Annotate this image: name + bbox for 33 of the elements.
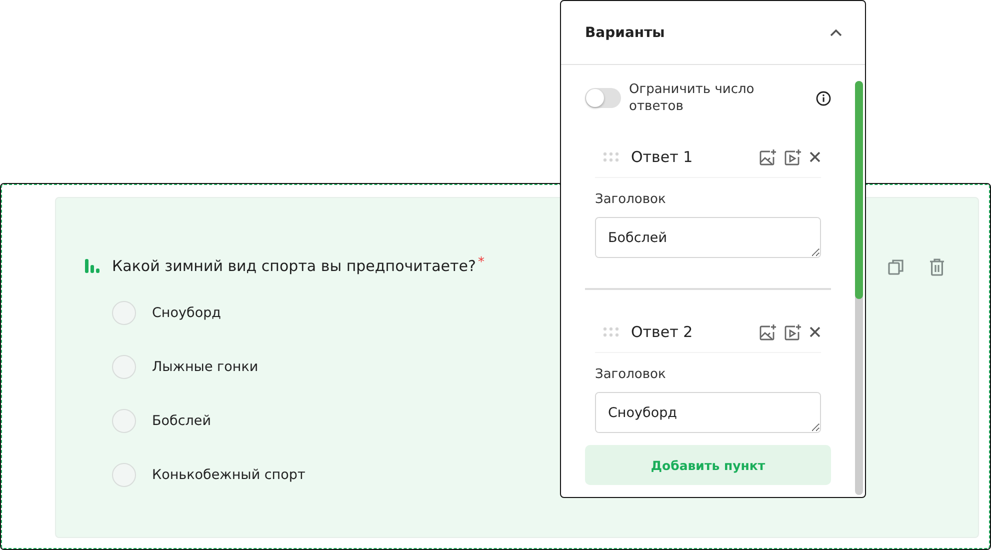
required-mark: * bbox=[478, 255, 484, 270]
toggle-label: Ограничить число ответов bbox=[629, 81, 756, 115]
option-label: Сноуборд bbox=[152, 305, 221, 321]
option-label: Бобслей bbox=[152, 413, 211, 429]
scrollbar[interactable] bbox=[855, 81, 863, 495]
panel-title: Варианты bbox=[585, 24, 665, 40]
copy-icon[interactable] bbox=[887, 258, 905, 276]
add-image-icon[interactable] bbox=[759, 324, 776, 340]
field-label: Заголовок bbox=[595, 366, 667, 383]
radio-button[interactable] bbox=[112, 409, 136, 433]
title-field[interactable]: Сноуборд bbox=[595, 392, 821, 433]
option-label: Конькобежный спорт bbox=[152, 467, 306, 483]
answer-title: Ответ 2 bbox=[631, 323, 694, 341]
drag-handle-icon[interactable] bbox=[603, 327, 619, 337]
info-icon[interactable] bbox=[816, 90, 831, 106]
toggle-switch[interactable] bbox=[585, 88, 621, 108]
answer-title: Ответ 1 bbox=[631, 148, 694, 166]
option-label: Лыжные гонки bbox=[152, 359, 258, 375]
drag-handle-icon[interactable] bbox=[603, 152, 619, 162]
add-video-icon[interactable] bbox=[784, 148, 801, 166]
radio-button[interactable] bbox=[112, 301, 136, 325]
trash-icon[interactable] bbox=[929, 258, 945, 276]
field-label: Заголовок bbox=[595, 191, 667, 208]
chevron-icon[interactable] bbox=[830, 28, 842, 36]
bar-chart-icon bbox=[84, 258, 100, 274]
radio-button[interactable] bbox=[112, 463, 136, 487]
add-image-icon[interactable] bbox=[759, 148, 776, 166]
add-video-icon[interactable] bbox=[784, 324, 801, 340]
radio-button[interactable] bbox=[112, 355, 136, 379]
close-icon[interactable] bbox=[809, 326, 821, 338]
question-text: Какой зимний вид спорта вы предпочитаете? bbox=[112, 257, 476, 275]
close-icon[interactable] bbox=[809, 151, 821, 163]
title-field[interactable]: Бобслей bbox=[595, 217, 821, 258]
